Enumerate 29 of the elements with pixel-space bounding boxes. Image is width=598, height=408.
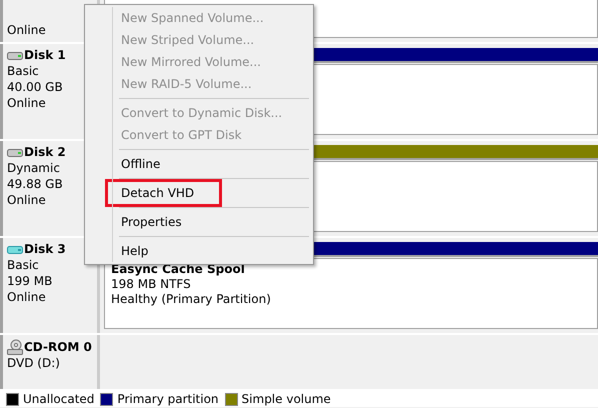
- disk-drive-icon: [7, 244, 23, 254]
- menu-item[interactable]: Offline: [119, 153, 311, 175]
- disk-type: Basic: [7, 64, 40, 79]
- disk-name: Disk 3: [24, 242, 66, 257]
- disk-status: Online: [7, 290, 47, 305]
- disk-drive-icon: [7, 50, 23, 60]
- disk-status: Online: [7, 193, 47, 208]
- legend-label: Simple volume: [242, 392, 331, 406]
- disk-size: 49.88 GB: [7, 177, 64, 192]
- disk-status: Online: [7, 23, 47, 38]
- disk-name: CD-ROM 0: [24, 340, 92, 354]
- legend-label: Unallocated: [23, 392, 94, 406]
- legend-label: Primary partition: [117, 392, 219, 406]
- menu-item[interactable]: Detach VHD: [108, 182, 219, 204]
- disk-type: Dynamic: [7, 161, 61, 176]
- disk-status: Online: [7, 96, 47, 111]
- cd-drive-icon: [7, 339, 23, 355]
- volume-panel[interactable]: Easync Cache Spool 198 MB NTFS Healthy (Primary Partition): [104, 258, 598, 329]
- disk-type: DVD (D:): [7, 356, 61, 371]
- disk-name: Disk 2: [24, 145, 66, 160]
- volume-name: Easync Cache Spool: [111, 262, 246, 277]
- menu-item[interactable]: Properties: [119, 211, 311, 233]
- volume-health: Healthy (Primary Partition): [111, 292, 272, 307]
- disk-size: 40.00 GB: [7, 80, 64, 95]
- disk-name: Disk 1: [24, 48, 66, 63]
- disk-type: Basic: [7, 258, 40, 273]
- disk-drive-icon: [7, 148, 23, 158]
- volume-size: 198 MB NTFS: [111, 277, 192, 292]
- disk-size: 199 MB: [7, 274, 54, 289]
